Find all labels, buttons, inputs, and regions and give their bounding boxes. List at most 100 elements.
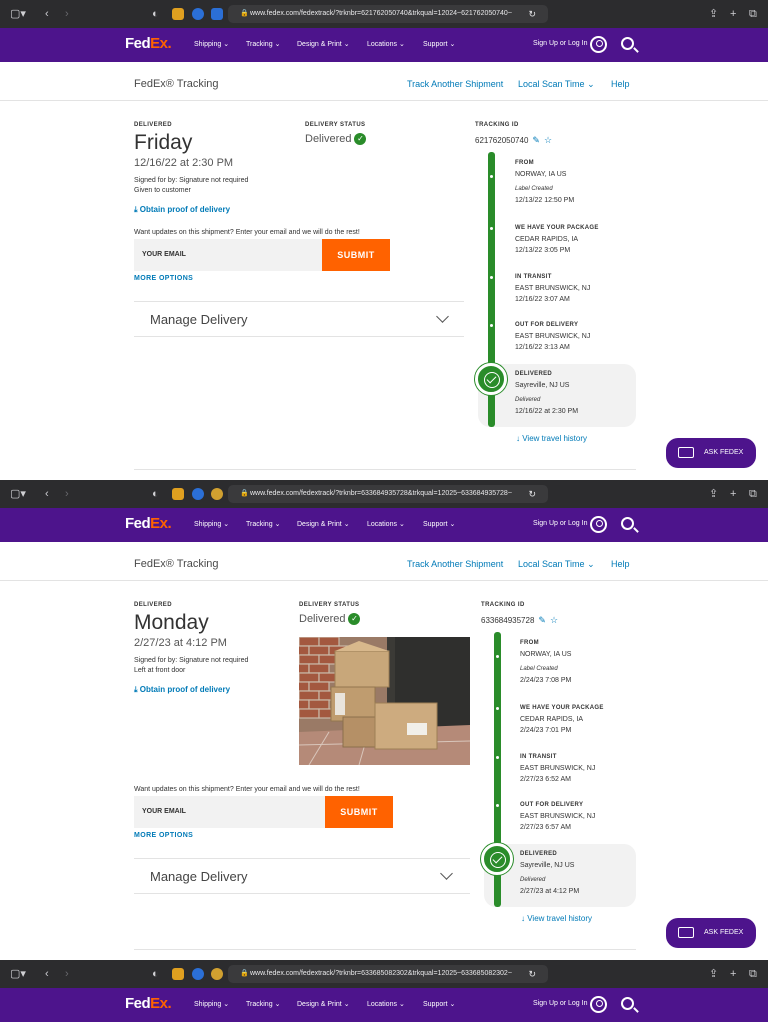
sidebar-toggle-icon[interactable]: ▢▾ [10, 967, 26, 981]
nav-tracking[interactable]: Tracking ⌄ [246, 40, 280, 48]
share-icon[interactable]: ⇪ [709, 967, 718, 981]
nav-shipping[interactable]: Shipping ⌄ [194, 40, 229, 48]
extension-icon[interactable] [211, 488, 223, 500]
chevron-down-icon: ⌄ [587, 79, 595, 89]
search-icon[interactable] [621, 517, 634, 530]
nav-support[interactable]: Support ⌄ [423, 40, 455, 48]
reload-icon[interactable]: ↻ [528, 965, 536, 983]
timeline-dot [496, 804, 499, 807]
track-another-link[interactable]: Track Another Shipment [407, 559, 503, 569]
divider [134, 949, 636, 950]
user-icon[interactable] [590, 36, 607, 53]
shield-icon[interactable]: ◐ [152, 487, 159, 501]
more-options-link[interactable]: MORE OPTIONS [134, 275, 193, 282]
edit-icon[interactable]: ✎ [538, 615, 546, 625]
address-bar[interactable]: 🔒 www.fedex.com/fedextrack/?trknbr=633684… [228, 485, 548, 503]
view-travel-history-link[interactable]: ↓ View travel history [521, 914, 592, 923]
chevron-down-icon: ⌄ [587, 559, 595, 569]
extension-icon[interactable] [192, 8, 204, 20]
edit-icon[interactable]: ✎ [532, 135, 540, 145]
tabs-overview-icon[interactable]: ⧉ [749, 967, 757, 981]
user-icon[interactable] [590, 516, 607, 533]
extension-grid-icon[interactable] [172, 488, 184, 500]
more-options-link[interactable]: MORE OPTIONS [134, 832, 193, 839]
new-tab-icon[interactable]: + [730, 7, 736, 21]
extension-icon[interactable] [211, 968, 223, 980]
nav-design-print[interactable]: Design & Print ⌄ [297, 1000, 350, 1008]
tabs-overview-icon[interactable]: ⧉ [749, 7, 757, 21]
fedex-logo[interactable]: FedEx. [125, 35, 172, 52]
search-icon[interactable] [621, 37, 634, 50]
download-icon: ⤓ [134, 685, 138, 694]
extension-grid-icon[interactable] [172, 968, 184, 980]
extension-grid-icon[interactable] [172, 8, 184, 20]
obtain-proof-link[interactable]: ⤓ Obtain proof of delivery [134, 205, 230, 215]
submit-button[interactable]: SUBMIT [322, 239, 390, 271]
manage-delivery-accordion[interactable]: Manage Delivery [134, 858, 470, 894]
ask-fedex-button[interactable]: ASK FEDEX [666, 918, 756, 948]
share-icon[interactable]: ⇪ [709, 7, 718, 21]
nav-tracking[interactable]: Tracking ⌄ [246, 1000, 280, 1008]
sign-in-link[interactable]: Sign Up or Log In [533, 520, 587, 527]
tracking-id-label: TRACKING ID [475, 122, 519, 128]
help-link[interactable]: Help [611, 559, 630, 569]
email-input[interactable]: YOUR EMAIL [134, 796, 325, 828]
tabs-overview-icon[interactable]: ⧉ [749, 487, 757, 501]
email-input[interactable]: YOUR EMAIL [134, 239, 322, 271]
new-tab-icon[interactable]: + [730, 967, 736, 981]
delivery-day: Monday [134, 611, 209, 634]
address-bar[interactable]: 🔒 www.fedex.com/fedextrack/?trknbr=621762… [228, 5, 548, 23]
local-scan-time-dropdown[interactable]: Local Scan Time ⌄ [518, 79, 595, 90]
reload-icon[interactable]: ↻ [528, 5, 536, 23]
forward-icon[interactable]: › [65, 967, 69, 981]
nav-shipping[interactable]: Shipping ⌄ [194, 520, 229, 528]
fedex-logo[interactable]: FedEx. [125, 995, 172, 1012]
search-icon[interactable] [621, 997, 634, 1010]
star-icon[interactable]: ☆ [544, 135, 552, 145]
new-tab-icon[interactable]: + [730, 487, 736, 501]
extension-icon[interactable] [192, 488, 204, 500]
nav-design-print[interactable]: Design & Print ⌄ [297, 40, 350, 48]
event-out-for-delivery: OUT FOR DELIVERY EAST BRUNSWICK, NJ 2/27… [520, 802, 596, 831]
nav-shipping[interactable]: Shipping ⌄ [194, 1000, 229, 1008]
extension-icon[interactable] [192, 968, 204, 980]
delivered-check-icon [475, 363, 507, 395]
view-travel-history-link[interactable]: ↓ View travel history [516, 434, 587, 443]
nav-tracking[interactable]: Tracking ⌄ [246, 520, 280, 528]
shield-icon[interactable]: ◐ [152, 7, 159, 21]
address-bar[interactable]: 🔒 www.fedex.com/fedextrack/?trknbr=633685… [228, 965, 548, 983]
back-icon[interactable]: ‹ [45, 487, 49, 501]
sign-in-link[interactable]: Sign Up or Log In [533, 40, 587, 47]
submit-button[interactable]: SUBMIT [325, 796, 393, 828]
back-icon[interactable]: ‹ [45, 7, 49, 21]
sidebar-toggle-icon[interactable]: ▢▾ [10, 487, 26, 501]
nav-design-print[interactable]: Design & Print ⌄ [297, 520, 350, 528]
sidebar-toggle-icon[interactable]: ▢▾ [10, 7, 26, 21]
help-link[interactable]: Help [611, 79, 630, 89]
nav-locations[interactable]: Locations ⌄ [367, 1000, 405, 1008]
fedex-logo[interactable]: FedEx. [125, 515, 172, 532]
nav-support[interactable]: Support ⌄ [423, 520, 455, 528]
star-icon[interactable]: ☆ [550, 615, 558, 625]
sign-in-link[interactable]: Sign Up or Log In [533, 1000, 587, 1007]
chevron-down-icon [436, 310, 449, 323]
shield-icon[interactable]: ◐ [152, 967, 159, 981]
event-in-transit: IN TRANSIT EAST BRUNSWICK, NJ 2/27/23 6:… [520, 754, 596, 783]
user-icon[interactable] [590, 996, 607, 1013]
nav-support[interactable]: Support ⌄ [423, 1000, 455, 1008]
share-icon[interactable]: ⇪ [709, 487, 718, 501]
nav-locations[interactable]: Locations ⌄ [367, 40, 405, 48]
local-scan-time-dropdown[interactable]: Local Scan Time ⌄ [518, 559, 595, 570]
track-another-link[interactable]: Track Another Shipment [407, 79, 503, 89]
notification-icon[interactable] [211, 8, 223, 20]
forward-icon[interactable]: › [65, 7, 69, 21]
obtain-proof-link[interactable]: ⤓ Obtain proof of delivery [134, 685, 230, 695]
manage-delivery-accordion[interactable]: Manage Delivery [134, 301, 464, 337]
lock-icon: 🔒 [240, 10, 249, 17]
forward-icon[interactable]: › [65, 487, 69, 501]
proof-of-delivery-photo[interactable] [299, 637, 470, 765]
reload-icon[interactable]: ↻ [528, 485, 536, 503]
ask-fedex-button[interactable]: ASK FEDEX [666, 438, 756, 468]
nav-locations[interactable]: Locations ⌄ [367, 520, 405, 528]
back-icon[interactable]: ‹ [45, 967, 49, 981]
